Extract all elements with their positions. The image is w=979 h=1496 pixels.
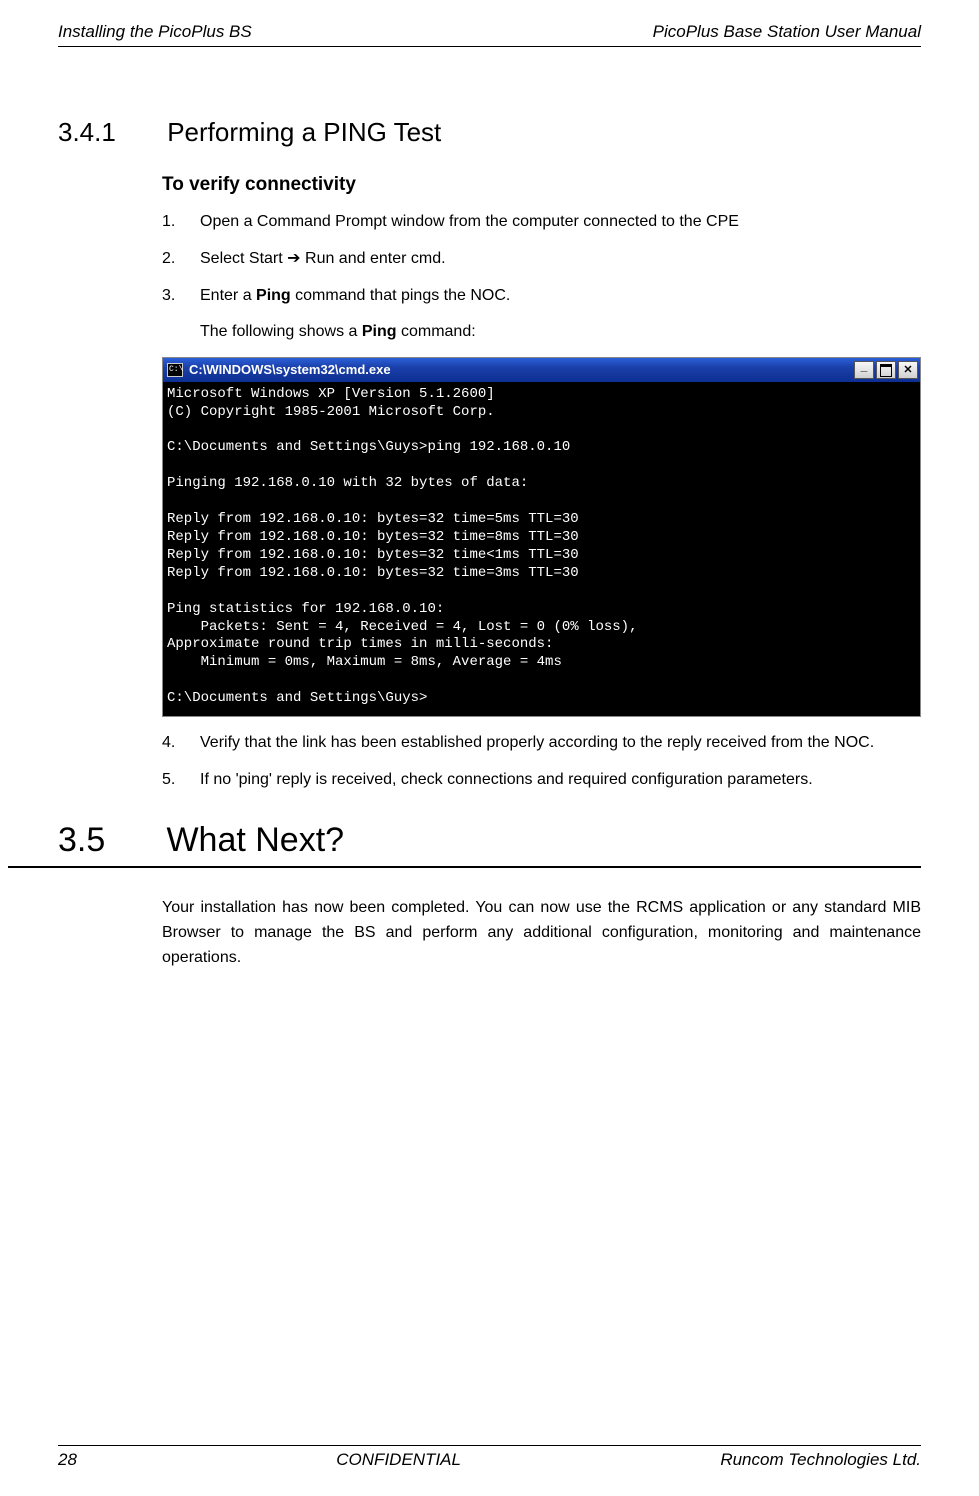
section-title: Performing a PING Test <box>167 117 441 147</box>
step-item: Enter a Ping command that pings the NOC.… <box>162 284 921 342</box>
section-number: 3.5 <box>58 821 162 860</box>
step-item: Select Start ➔ Run and enter cmd. <box>162 247 921 270</box>
header-left: Installing the PicoPlus BS <box>58 22 252 42</box>
section-35-heading: 3.5 What Next? <box>8 821 921 868</box>
terminal-screenshot: C:\WINDOWS\system32\cmd.exe Microsoft Wi… <box>162 357 921 717</box>
section-title: What Next? <box>166 821 344 859</box>
step-followup: The following shows a Ping command: <box>200 320 921 343</box>
terminal-output: Microsoft Windows XP [Version 5.1.2600] … <box>163 382 920 716</box>
step-item: Verify that the link has been establishe… <box>162 731 921 754</box>
page-footer: 28 CONFIDENTIAL Runcom Technologies Ltd. <box>58 1445 921 1470</box>
step-text: Verify that the link has been establishe… <box>200 734 874 751</box>
step-text: Open a Command Prompt window from the co… <box>200 213 739 230</box>
step-text: If no 'ping' reply is received, check co… <box>200 771 813 788</box>
minimize-icon[interactable] <box>854 361 874 379</box>
footer-center: CONFIDENTIAL <box>336 1450 461 1470</box>
section-number: 3.4.1 <box>58 117 162 148</box>
subheading-verify: To verify connectivity <box>162 174 921 196</box>
page-header: Installing the PicoPlus BS PicoPlus Base… <box>58 22 921 47</box>
bold-text: Ping <box>362 323 397 340</box>
step-text: Select Start ➔ Run and enter cmd. <box>200 250 446 267</box>
maximize-icon[interactable] <box>876 361 896 379</box>
step-text: Enter a Ping command that pings the NOC. <box>200 287 510 304</box>
footer-page-number: 28 <box>58 1450 77 1470</box>
section-35-body: Your installation has now been completed… <box>162 896 921 970</box>
steps-list: Open a Command Prompt window from the co… <box>162 210 921 343</box>
close-icon[interactable] <box>898 361 918 379</box>
window-title-bar: C:\WINDOWS\system32\cmd.exe <box>163 358 920 382</box>
footer-right: Runcom Technologies Ltd. <box>720 1450 921 1470</box>
bold-text: Ping <box>256 287 291 304</box>
header-right: PicoPlus Base Station User Manual <box>653 22 921 42</box>
step-item: Open a Command Prompt window from the co… <box>162 210 921 233</box>
step-item: If no 'ping' reply is received, check co… <box>162 768 921 791</box>
steps-list-cont: Verify that the link has been establishe… <box>162 731 921 791</box>
cmd-icon <box>167 363 183 377</box>
window-title: C:\WINDOWS\system32\cmd.exe <box>189 362 391 377</box>
section-341-heading: 3.4.1 Performing a PING Test <box>8 117 921 148</box>
arrow-icon: ➔ <box>287 250 300 267</box>
